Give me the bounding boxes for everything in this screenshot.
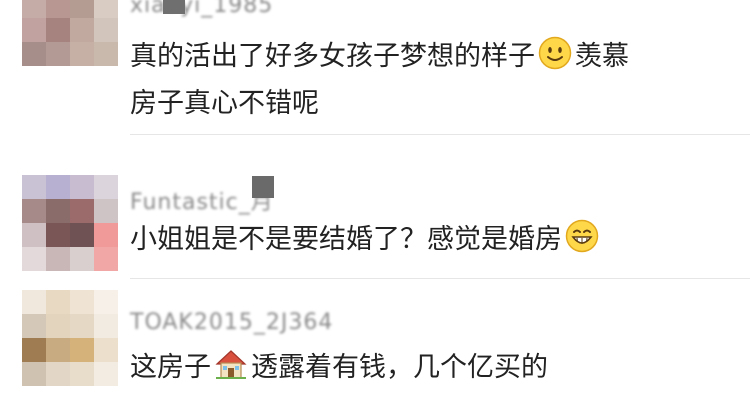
username[interactable]: xiaoyi_1985 bbox=[130, 0, 273, 18]
username[interactable]: TOAK2015_2J364 bbox=[130, 310, 333, 335]
comment-text-line2: 房子真心不错呢 bbox=[130, 88, 319, 119]
comment-text-part: 真的活出了好多女孩子梦想的样子 bbox=[130, 41, 535, 72]
grin-emoji-icon bbox=[565, 219, 599, 253]
comment-text: 真的活出了好多女孩子梦想的样子 羡慕 房子真心不错呢 bbox=[130, 33, 629, 127]
avatar[interactable] bbox=[22, 0, 118, 66]
comment-item: TOAK2015_2J364 这房子 透露着有钱，几个亿买的 bbox=[0, 290, 750, 406]
comment-text: 这房子 透露着有钱，几个亿买的 bbox=[130, 344, 548, 391]
divider bbox=[130, 278, 750, 279]
comment-text-part: 透露着有钱，几个亿买的 bbox=[251, 352, 548, 383]
comment-item: xiaoyi_1985 真的活出了好多女孩子梦想的样子 羡慕 房子真心不错呢 bbox=[0, 0, 750, 135]
comment-text-part: 这房子 bbox=[130, 352, 211, 383]
comment-text: 小姐姐是不是要结婚了？感觉是婚房 bbox=[130, 216, 602, 263]
divider bbox=[130, 134, 750, 135]
comment-text-part: 羡慕 bbox=[575, 41, 629, 72]
avatar[interactable] bbox=[22, 290, 118, 386]
comment-text-part: 小姐姐是不是要结婚了？感觉是婚房 bbox=[130, 224, 562, 255]
avatar[interactable] bbox=[22, 175, 118, 271]
house-emoji-icon bbox=[215, 350, 247, 379]
smile-emoji-icon bbox=[538, 36, 572, 70]
comment-item: Funtastic_月 小姐姐是不是要结婚了？感觉是婚房 bbox=[0, 150, 750, 280]
username-mosaic bbox=[163, 0, 185, 14]
username-mosaic bbox=[252, 176, 274, 198]
